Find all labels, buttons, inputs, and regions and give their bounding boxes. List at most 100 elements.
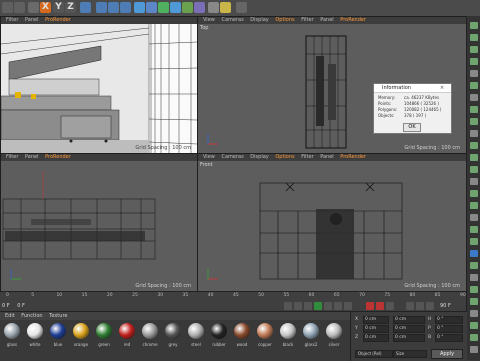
lock-icon[interactable]	[236, 2, 247, 13]
next-frame-icon[interactable]	[324, 302, 332, 310]
object-icon[interactable]	[470, 34, 478, 41]
menu-filter[interactable]: Filter	[301, 17, 313, 23]
autokey-icon[interactable]	[376, 302, 384, 310]
material-swatch[interactable]	[280, 323, 296, 339]
tag-icon[interactable]	[470, 274, 478, 281]
material-swatch[interactable]	[234, 323, 250, 339]
object-icon[interactable]	[470, 106, 478, 113]
menu-filter[interactable]: Filter	[6, 17, 18, 23]
object-icon[interactable]	[470, 154, 478, 161]
object-icon[interactable]	[470, 58, 478, 65]
right-viewport[interactable]: Filter Panel ProRender Grid Spacing : 10…	[0, 153, 198, 292]
scene-icon[interactable]	[194, 2, 205, 13]
redo-icon[interactable]	[14, 2, 25, 13]
tag-icon[interactable]	[470, 310, 478, 317]
object-icon[interactable]	[470, 166, 478, 173]
menu-panel[interactable]: Panel	[25, 17, 39, 23]
material-swatch[interactable]	[119, 323, 135, 339]
undo-icon[interactable]	[2, 2, 13, 13]
material-swatch[interactable]	[4, 323, 20, 339]
menu-display[interactable]: Display	[250, 154, 268, 160]
material-swatch[interactable]	[303, 323, 319, 339]
menu-panel[interactable]: Panel	[320, 17, 334, 23]
menu-panel[interactable]: Panel	[25, 154, 39, 160]
object-icon[interactable]	[470, 298, 478, 305]
array-icon[interactable]	[170, 2, 181, 13]
world-icon[interactable]	[80, 2, 91, 13]
go-to-start-icon[interactable]	[284, 302, 292, 310]
object-icon[interactable]	[470, 286, 478, 293]
go-to-end-icon[interactable]	[344, 302, 352, 310]
previous-key-icon[interactable]	[294, 302, 302, 310]
tag-icon[interactable]	[470, 178, 478, 185]
cube-icon[interactable]	[134, 2, 145, 13]
menu-prorender[interactable]: ProRender	[45, 17, 71, 23]
close-icon[interactable]: ×	[440, 85, 444, 91]
select-icon[interactable]	[28, 2, 39, 13]
menu-function[interactable]: Function	[21, 313, 42, 319]
menu-options[interactable]: Options	[275, 17, 294, 23]
scale-key-icon[interactable]	[416, 302, 424, 310]
timeline[interactable]: 0 5 10 15 20 25 30 35 40 45 50 55 60 65 70 75 80 85 90 0 F…	[0, 291, 466, 312]
material-swatch[interactable]	[27, 323, 43, 339]
render-view-icon[interactable]	[108, 2, 119, 13]
menu-filter[interactable]: Filter	[301, 154, 313, 160]
menu-view[interactable]: View	[203, 17, 215, 23]
selected-object-icon[interactable]	[470, 250, 478, 257]
perspective-viewport[interactable]: Filter Panel ProRender Grid Spacing : 10…	[0, 16, 198, 154]
menu-filter[interactable]: Filter	[6, 154, 18, 160]
material-swatch[interactable]	[188, 323, 204, 339]
record-icon[interactable]	[366, 302, 374, 310]
object-icon[interactable]	[470, 322, 478, 329]
material-swatch[interactable]	[326, 323, 342, 339]
material-swatch[interactable]	[73, 323, 89, 339]
object-icon[interactable]	[470, 334, 478, 341]
menu-cameras[interactable]: Cameras	[221, 17, 243, 23]
tag-icon[interactable]	[470, 94, 478, 101]
apply-button[interactable]: Apply	[431, 349, 463, 359]
menu-options[interactable]: Options	[275, 154, 294, 160]
tag-icon[interactable]	[470, 70, 478, 77]
menu-texture[interactable]: Texture	[49, 313, 67, 319]
menu-edit[interactable]: Edit	[5, 313, 15, 319]
coordinate-mode-dropdown[interactable]: Object (Rel)	[355, 350, 393, 358]
previous-frame-icon[interactable]	[304, 302, 312, 310]
object-icon[interactable]	[470, 262, 478, 269]
material-swatch[interactable]	[142, 323, 158, 339]
object-icon[interactable]	[470, 46, 478, 53]
camera-icon[interactable]	[208, 2, 219, 13]
end-frame[interactable]: 90 F	[440, 303, 451, 309]
object-icon[interactable]	[470, 238, 478, 245]
tag-icon[interactable]	[470, 130, 478, 137]
object-icon[interactable]	[470, 118, 478, 125]
menu-display[interactable]: Display	[250, 17, 268, 23]
menu-view[interactable]: View	[203, 154, 215, 160]
rotation-key-icon[interactable]	[426, 302, 434, 310]
material-swatch[interactable]	[96, 323, 112, 339]
start-frame[interactable]: 0 F	[2, 303, 10, 309]
render-settings-icon[interactable]	[120, 2, 131, 13]
render-region-icon[interactable]	[96, 2, 107, 13]
deformer-icon[interactable]	[182, 2, 193, 13]
menu-cameras[interactable]: Cameras	[221, 154, 243, 160]
menu-prorender[interactable]: ProRender	[45, 154, 71, 160]
material-swatch[interactable]	[211, 323, 227, 339]
light-icon[interactable]	[220, 2, 231, 13]
next-key-icon[interactable]	[334, 302, 342, 310]
subdivide-icon[interactable]	[158, 2, 169, 13]
y-axis-button[interactable]: Y	[53, 2, 64, 13]
menu-prorender[interactable]: ProRender	[340, 17, 366, 23]
z-axis-button[interactable]: Z	[65, 2, 76, 13]
position-key-icon[interactable]	[406, 302, 414, 310]
material-swatch[interactable]	[50, 323, 66, 339]
menu-prorender[interactable]: ProRender	[340, 154, 366, 160]
keyframe-icon[interactable]	[386, 302, 394, 310]
play-icon[interactable]	[314, 302, 322, 310]
tag-icon[interactable]	[470, 214, 478, 221]
object-icon[interactable]	[470, 22, 478, 29]
x-axis-button[interactable]: X	[40, 2, 51, 13]
material-swatch[interactable]	[257, 323, 273, 339]
object-icon[interactable]	[470, 190, 478, 197]
ok-button[interactable]: OK	[403, 123, 421, 132]
object-icon[interactable]	[470, 202, 478, 209]
